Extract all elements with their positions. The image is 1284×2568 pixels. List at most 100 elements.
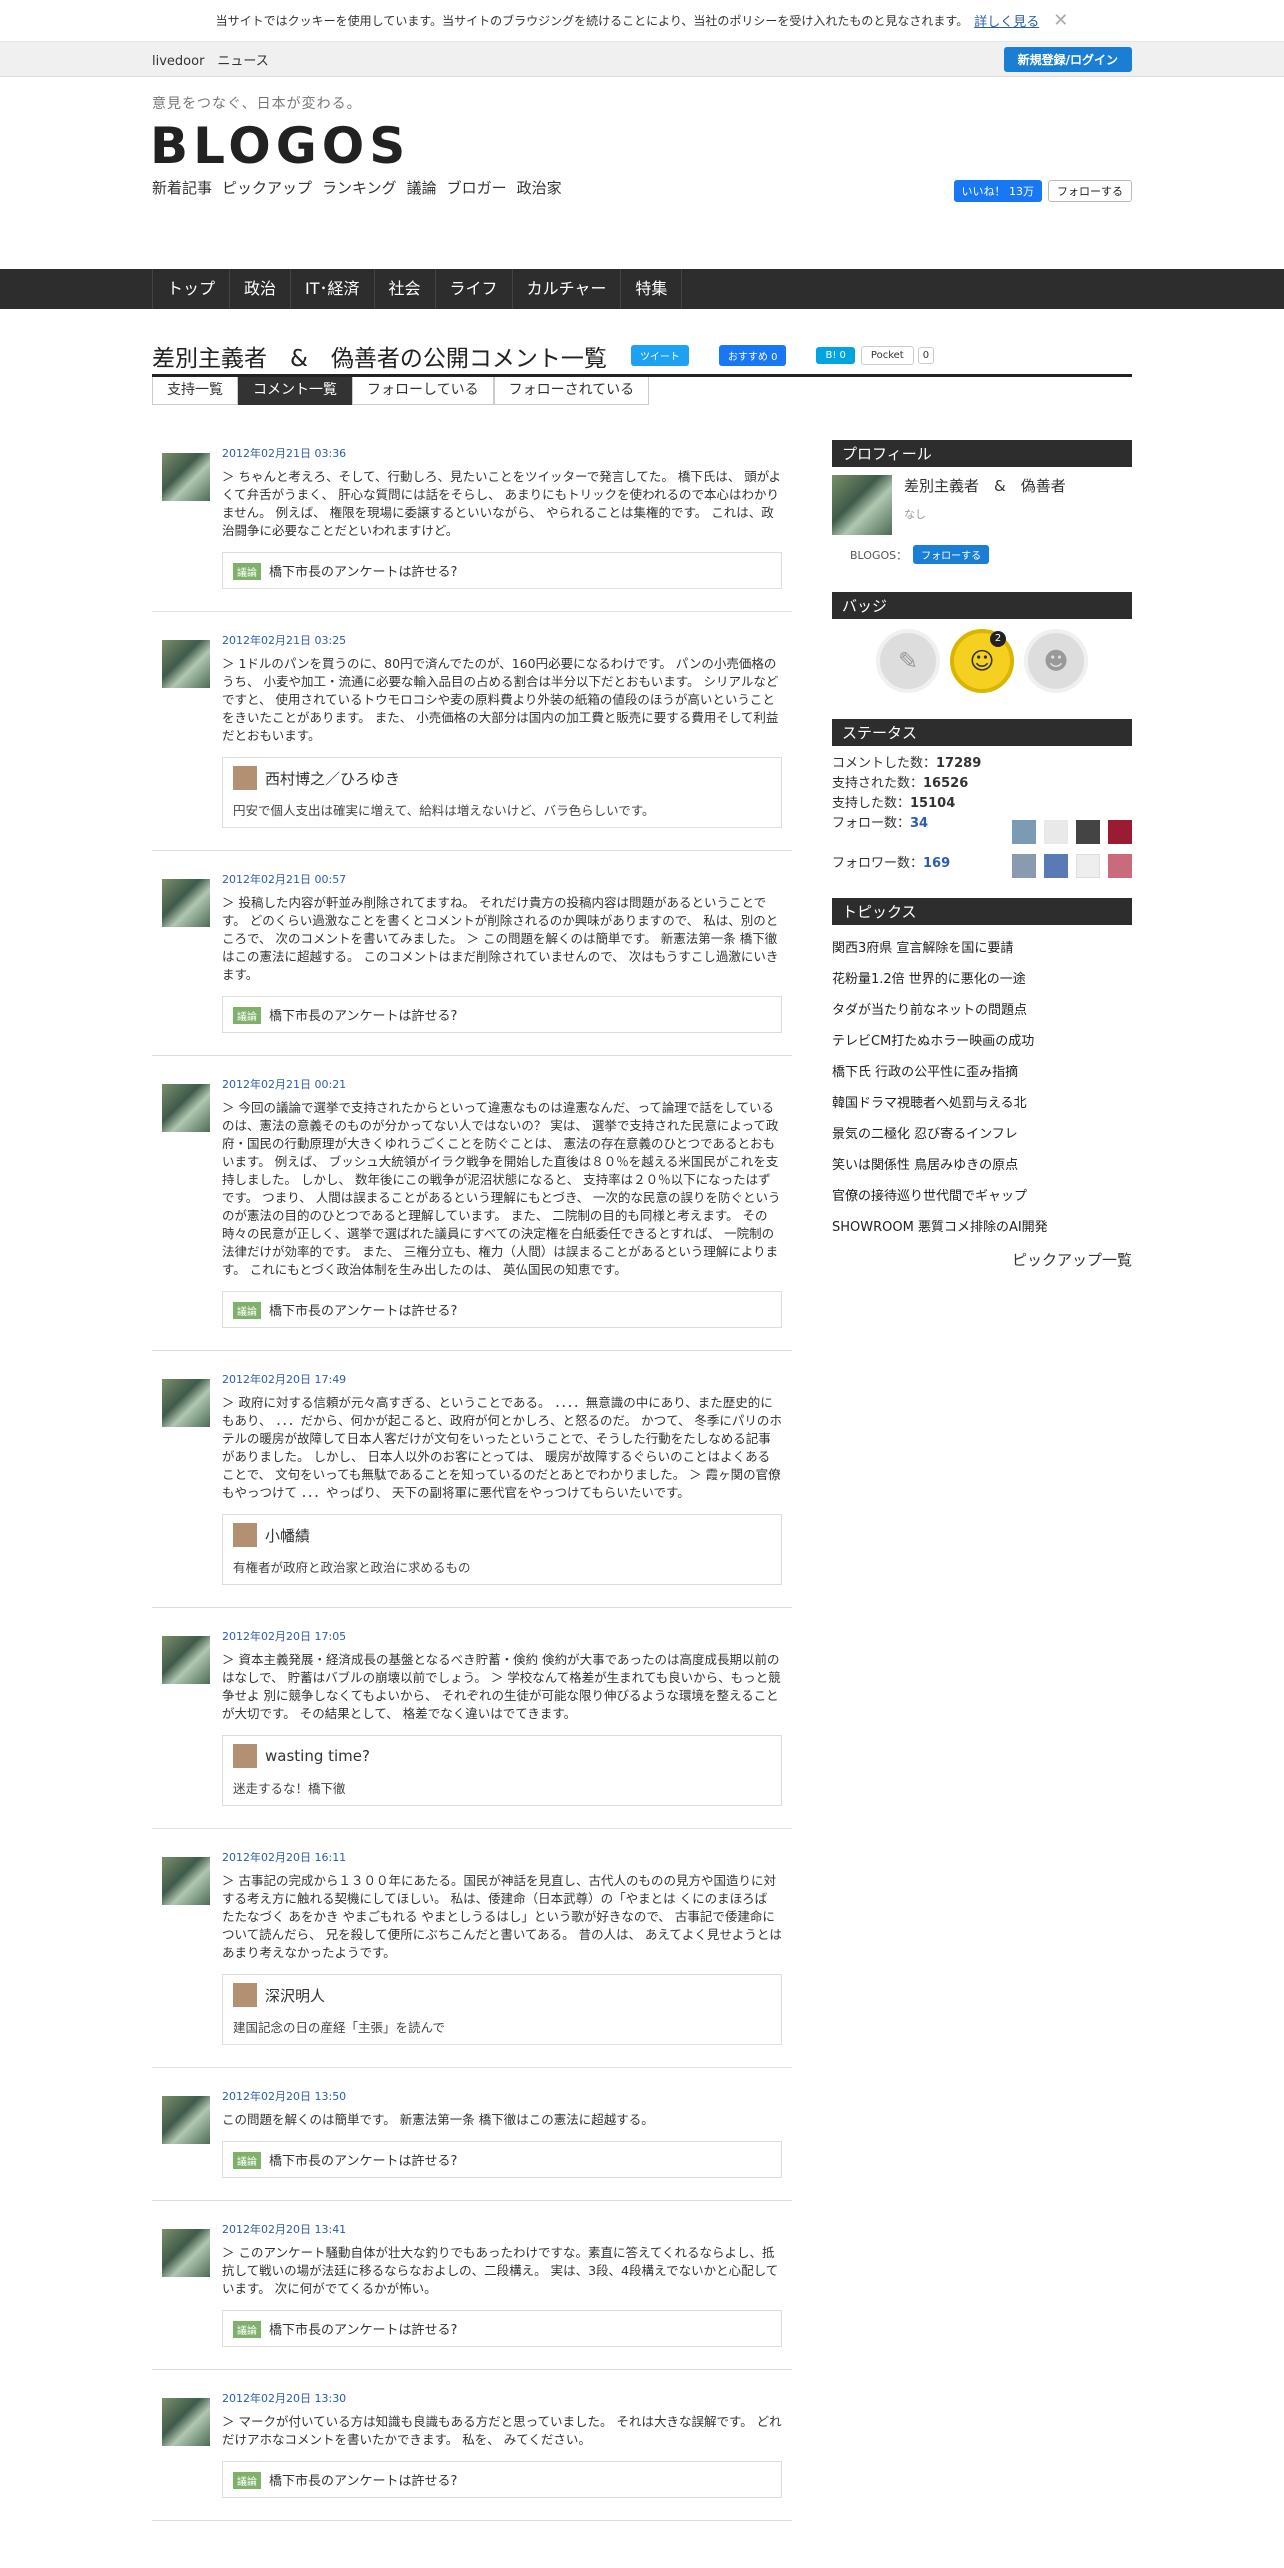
gnav-life[interactable]: ライフ	[434, 269, 512, 309]
avatar[interactable]	[1044, 854, 1068, 878]
comment-body: ＞ 投稿した内容が軒並み削除されてますね。 それだけ貴方の投稿内容は問題があると…	[222, 895, 779, 982]
comment-list: 2012年02月21日 03:36 ＞ ちゃんと考えろ、そして、行動しろ、見たい…	[152, 425, 792, 2521]
ref-title[interactable]: 迷走するな！橋下徹	[233, 1778, 771, 1797]
avatar[interactable]	[1076, 854, 1100, 878]
nav-politician[interactable]: 政治家	[517, 177, 562, 198]
referenced-discussion[interactable]: 議論 橋下市長のアンケートは許せる?	[222, 552, 782, 589]
comment-date[interactable]: 2012年02月20日 16:11	[222, 1849, 782, 1865]
referenced-discussion[interactable]: 議論 橋下市長のアンケートは許せる?	[222, 996, 782, 1033]
avatar[interactable]	[1044, 820, 1068, 844]
comment-date[interactable]: 2012年02月21日 00:57	[222, 871, 782, 887]
referenced-discussion[interactable]: 議論 橋下市長のアンケートは許せる?	[222, 2310, 782, 2347]
comment-date[interactable]: 2012年02月21日 03:25	[222, 632, 782, 648]
ref-author[interactable]: 西村博之／ひろゆき	[265, 768, 400, 789]
avatar[interactable]	[162, 2229, 210, 2277]
avatar[interactable]	[1108, 854, 1132, 878]
topic-item[interactable]: 橋下氏 行政の公平性に歪み指摘	[832, 1057, 1132, 1088]
ref-title[interactable]: 橋下市長のアンケートは許せる?	[269, 565, 457, 580]
topic-item[interactable]: 官僚の接待巡り世代間でギャップ	[832, 1181, 1132, 1212]
comment-date[interactable]: 2012年02月20日 13:41	[222, 2221, 782, 2237]
topic-item[interactable]: テレビCM打たぬホラー映画の成功	[832, 1026, 1132, 1057]
tab-support-list[interactable]: 支持一覧	[152, 377, 238, 405]
avatar	[832, 475, 892, 535]
pickup-list-link[interactable]: ピックアップ一覧	[832, 1249, 1132, 1270]
topic-item[interactable]: 韓国ドラマ視聴者へ処罰与える北	[832, 1088, 1132, 1119]
nav-blogger[interactable]: ブロガー	[447, 177, 507, 198]
topic-item[interactable]: 花粉量1.2倍 世界的に悪化の一途	[832, 964, 1132, 995]
referenced-article[interactable]: 小幡績 有権者が政府と政治家と政治に求めるもの	[222, 1514, 782, 1585]
follow-count[interactable]: 34	[910, 816, 928, 831]
gnav-special[interactable]: 特集	[620, 269, 683, 309]
ref-author[interactable]: 小幡績	[265, 1525, 310, 1546]
topic-item[interactable]: 笑いは関係性 鳥居みゆきの原点	[832, 1150, 1132, 1181]
avatar[interactable]	[1076, 820, 1100, 844]
twitter-follow-button[interactable]: フォローする	[1048, 180, 1132, 202]
nav-ranking[interactable]: ランキング	[322, 177, 397, 198]
tab-followers[interactable]: フォローされている	[493, 377, 650, 405]
gnav-society[interactable]: 社会	[373, 269, 435, 309]
cookie-more-link[interactable]: 詳しく見る	[974, 11, 1039, 30]
avatar[interactable]	[162, 1857, 210, 1905]
gnav-culture[interactable]: カルチャー	[511, 269, 621, 309]
referenced-article[interactable]: wasting time? 迷走するな！橋下徹	[222, 1735, 782, 1806]
ref-title[interactable]: 有権者が政府と政治家と政治に求めるもの	[233, 1557, 771, 1576]
avatar[interactable]	[162, 640, 210, 688]
avatar[interactable]	[1012, 854, 1036, 878]
comment-date[interactable]: 2012年02月21日 00:21	[222, 1076, 782, 1092]
avatar[interactable]	[162, 879, 210, 927]
register-login-button[interactable]: 新規登録/ログイン	[1003, 47, 1132, 72]
ref-author[interactable]: 深沢明人	[265, 1985, 325, 2006]
blogos-logo[interactable]: BLOGOS	[150, 117, 410, 175]
ref-title[interactable]: 橋下市長のアンケートは許せる?	[269, 1304, 457, 1319]
livedoor-news-link[interactable]: livedoor ニュース	[152, 50, 269, 69]
avatar[interactable]	[162, 2398, 210, 2446]
avatar[interactable]	[162, 1084, 210, 1132]
facebook-like-button[interactable]: いいね！ 13万	[953, 180, 1042, 202]
ref-title[interactable]: 橋下市長のアンケートは許せる?	[269, 2323, 457, 2338]
ref-title[interactable]: 建国記念の日の産経「主張」を読んで	[233, 2017, 771, 2036]
gnav-top[interactable]: トップ	[152, 269, 229, 309]
topic-item[interactable]: 景気の二極化 忍び寄るインフレ	[832, 1119, 1132, 1150]
close-icon[interactable]: ✕	[1053, 10, 1068, 31]
topic-item[interactable]: タダが当たり前なネットの問題点	[832, 995, 1132, 1026]
comment-item: 2012年02月21日 00:21 ＞ 今回の議論で選挙で支持されたからといって…	[152, 1056, 792, 1351]
nav-new-articles[interactable]: 新着記事	[152, 177, 212, 198]
comment-body: この問題を解くのは簡単です。 新憲法第一条 橋下徹はこの憲法に超越する。	[222, 2112, 654, 2127]
avatar[interactable]	[162, 453, 210, 501]
ref-title[interactable]: 橋下市長のアンケートは許せる?	[269, 2474, 457, 2489]
comment-date[interactable]: 2012年02月20日 13:50	[222, 2088, 782, 2104]
comment-item: 2012年02月20日 17:49 ＞ 政府に対する信頼が元々高すぎる、というこ…	[152, 1351, 792, 1608]
follower-count[interactable]: 169	[923, 856, 950, 871]
topic-item[interactable]: SHOWROOM 悪質コメ排除のAI開発	[832, 1212, 1132, 1243]
pocket-button[interactable]: Pocket	[860, 346, 914, 365]
avatar[interactable]	[162, 1379, 210, 1427]
avatar[interactable]	[162, 1636, 210, 1684]
tab-comment-list[interactable]: コメント一覧	[238, 377, 352, 405]
follow-button[interactable]: フォローする	[913, 545, 990, 564]
referenced-discussion[interactable]: 議論 橋下市長のアンケートは許せる?	[222, 2461, 782, 2498]
referenced-article[interactable]: 西村博之／ひろゆき 円安で個人支出は確実に増えて、給料は増えないけど、バラ色らし…	[222, 757, 782, 828]
comment-date[interactable]: 2012年02月20日 17:05	[222, 1628, 782, 1644]
referenced-discussion[interactable]: 議論 橋下市長のアンケートは許せる?	[222, 2141, 782, 2178]
referenced-article[interactable]: 深沢明人 建国記念の日の産経「主張」を読んで	[222, 1974, 782, 2045]
ref-title[interactable]: 橋下市長のアンケートは許せる?	[269, 1009, 457, 1024]
avatar[interactable]	[1012, 820, 1036, 844]
ref-author[interactable]: wasting time?	[265, 1747, 370, 1765]
referenced-discussion[interactable]: 議論 橋下市長のアンケートは許せる?	[222, 1291, 782, 1328]
hatena-button[interactable]: B! 0	[816, 347, 855, 364]
nav-discussion[interactable]: 議論	[407, 177, 437, 198]
gnav-politics[interactable]: 政治	[229, 269, 290, 309]
tweet-button[interactable]: ツイート	[630, 345, 689, 366]
ref-title[interactable]: 円安で個人支出は確実に増えて、給料は増えないけど、バラ色らしいです。	[233, 800, 771, 819]
comment-date[interactable]: 2012年02月20日 13:30	[222, 2390, 782, 2406]
comment-date[interactable]: 2012年02月20日 17:49	[222, 1371, 782, 1387]
gnav-it-economy[interactable]: IT･経済	[290, 269, 374, 309]
comment-date[interactable]: 2012年02月21日 03:36	[222, 445, 782, 461]
avatar[interactable]	[162, 2096, 210, 2144]
nav-pickup[interactable]: ピックアップ	[222, 177, 312, 198]
ref-title[interactable]: 橋下市長のアンケートは許せる?	[269, 2154, 457, 2169]
facebook-recommend-button[interactable]: おすすめ 0	[718, 345, 787, 366]
avatar[interactable]	[1108, 820, 1132, 844]
tab-following[interactable]: フォローしている	[352, 377, 494, 405]
topic-item[interactable]: 関西3府県 宣言解除を国に要請	[832, 933, 1132, 964]
